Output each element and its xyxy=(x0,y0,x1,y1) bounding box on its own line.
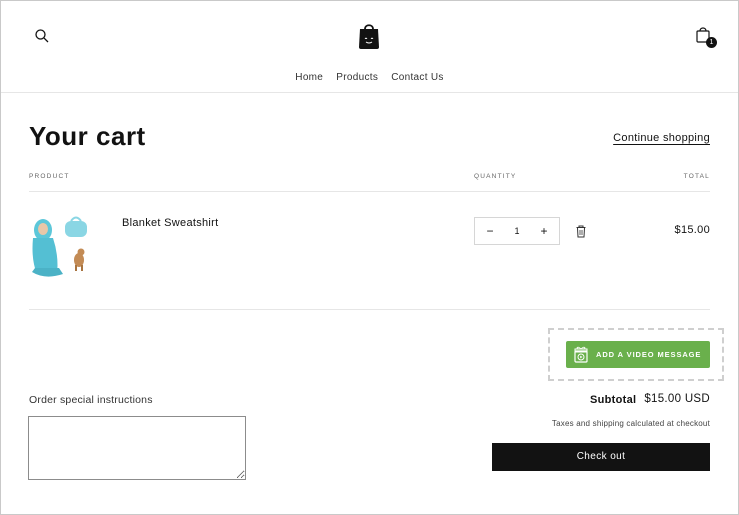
tax-shipping-note: Taxes and shipping calculated at checkou… xyxy=(551,419,710,428)
quantity-decrement-button[interactable]: − xyxy=(477,218,503,244)
checkout-button[interactable]: Check out xyxy=(492,443,710,471)
subtotal-value: $15.00 USD xyxy=(644,393,710,405)
quantity-stepper: − + xyxy=(474,217,560,245)
add-video-message-button[interactable]: ADD A VIDEO MESSAGE xyxy=(566,341,710,368)
table-divider-bottom xyxy=(29,309,710,310)
column-header-product: PRODUCT xyxy=(29,173,70,180)
add-video-message-label: ADD A VIDEO MESSAGE xyxy=(596,350,702,359)
quantity-increment-button[interactable]: + xyxy=(531,218,557,244)
nav-item-home[interactable]: Home xyxy=(295,72,323,83)
order-instructions-textarea[interactable] xyxy=(28,416,246,480)
page-title: Your cart xyxy=(29,121,146,151)
order-instructions-label: Order special instructions xyxy=(29,394,153,406)
line-item-price: $15.00 xyxy=(674,224,710,236)
shopping-bag-logo-icon[interactable] xyxy=(357,22,381,50)
product-name[interactable]: Blanket Sweatshirt xyxy=(122,217,219,229)
table-divider-top xyxy=(29,191,710,192)
column-header-total: TOTAL xyxy=(683,173,710,180)
product-image[interactable] xyxy=(29,212,91,280)
search-icon[interactable] xyxy=(34,28,50,44)
column-header-quantity: QUANTITY xyxy=(474,173,517,180)
cart-count-badge: 1 xyxy=(706,37,717,48)
nav-item-contact-us[interactable]: Contact Us xyxy=(391,72,443,83)
nav-item-products[interactable]: Products xyxy=(336,72,378,83)
video-gift-icon xyxy=(574,346,588,363)
subtotal-label: Subtotal xyxy=(590,394,637,406)
main-nav: Home Products Contact Us xyxy=(0,72,739,83)
trash-icon[interactable] xyxy=(575,225,587,238)
header-divider xyxy=(1,92,738,93)
quantity-input[interactable] xyxy=(505,222,529,240)
continue-shopping-link[interactable]: Continue shopping xyxy=(613,132,710,144)
cart-icon[interactable]: 1 xyxy=(695,26,717,48)
